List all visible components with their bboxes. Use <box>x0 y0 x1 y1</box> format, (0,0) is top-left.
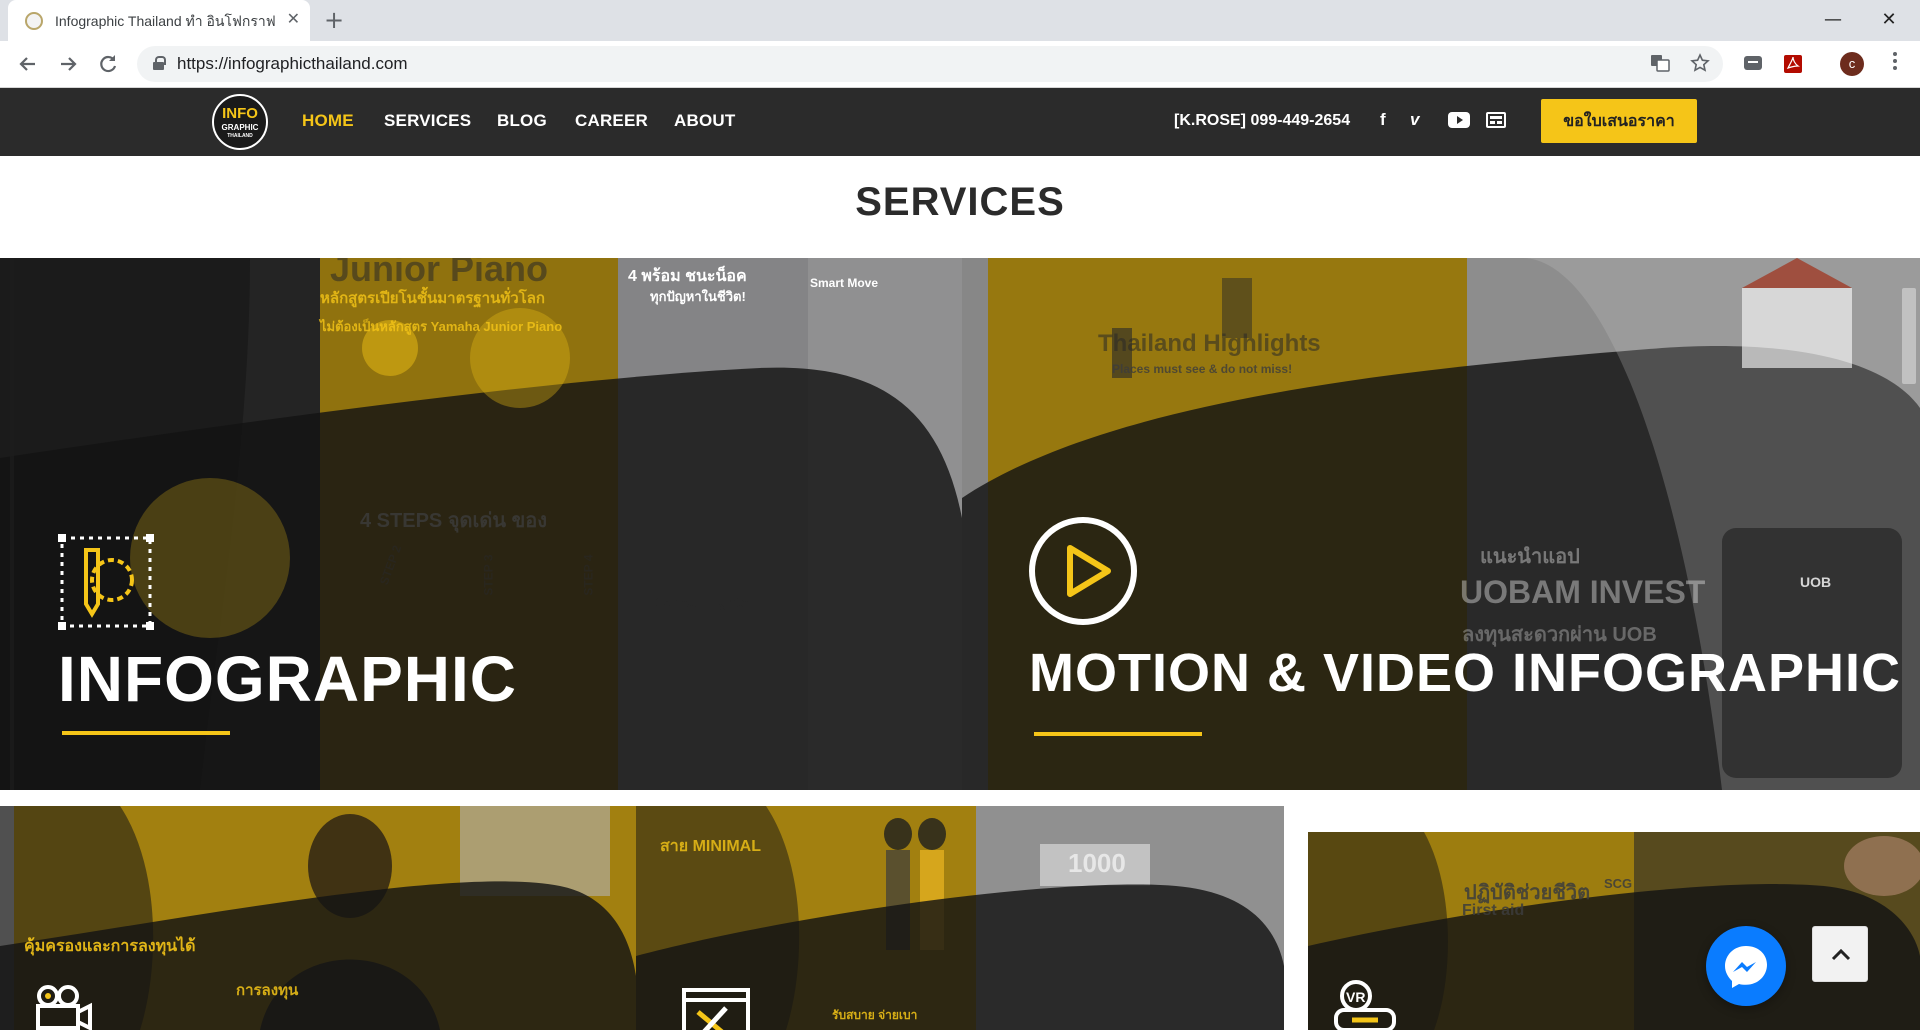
bg-text-cancer: Cancer Fighter <box>655 594 754 610</box>
bg-text-step4: STEP 4 <box>581 554 596 596</box>
forward-icon[interactable] <box>54 50 82 78</box>
page-scrollbar-thumb[interactable] <box>1902 288 1916 384</box>
design-tools-icon <box>682 988 750 1030</box>
bg-text-places: Places must see & do not miss! <box>1112 362 1293 376</box>
back-icon[interactable] <box>14 50 42 78</box>
site-header: INFO GRAPHIC THAILAND HOME SERVICES BLOG… <box>0 88 1920 156</box>
back-to-top-button[interactable] <box>1812 926 1868 982</box>
nav-blog[interactable]: BLOG <box>497 111 547 131</box>
profile-avatar[interactable]: c <box>1840 52 1864 76</box>
nav-services[interactable]: SERVICES <box>384 111 471 131</box>
browser-tabstrip: Infographic Thailand ทำ อินโฟกราฟ ✕ + — … <box>0 0 1920 41</box>
pdf-extension-icon[interactable] <box>1782 53 1804 75</box>
vimeo-icon[interactable]: v <box>1410 110 1419 130</box>
address-bar[interactable]: https://infographicthailand.com <box>137 46 1723 82</box>
tab-title: Infographic Thailand ทำ อินโฟกราฟ <box>55 13 276 29</box>
browser-menu-icon[interactable] <box>1892 49 1898 78</box>
nav-home[interactable]: HOME <box>302 111 354 131</box>
nav-about[interactable]: ABOUT <box>674 111 735 131</box>
bg-text-budget: รับสบาย จ่ายเบา <box>832 1008 918 1022</box>
favicon-icon <box>25 12 43 30</box>
browser-tab[interactable]: Infographic Thailand ทำ อินโฟกราฟ ✕ <box>8 0 310 41</box>
messenger-chat-button[interactable] <box>1706 926 1786 1006</box>
bg-text-scg: SCG <box>1604 876 1633 891</box>
bg-text-formula: หลักสูตรเปียโนชั้นมาตรฐานทั่วโลก <box>320 290 545 307</box>
chevron-up-icon <box>1831 948 1851 961</box>
request-quote-button[interactable]: ขอใบเสนอราคา <box>1541 99 1697 143</box>
video-card-background <box>0 806 636 1030</box>
service-card-video-production[interactable]: คุ้มครองและการลงทุนได้ การลงทุน <box>0 806 636 1030</box>
bg-text-life-problems: ทุกปัญหาในชีวิต! <box>650 289 746 304</box>
lock-icon <box>153 56 166 70</box>
bg-text-steps: 4 STEPS จุดเด่น ของ <box>360 510 548 532</box>
messenger-icon <box>1725 946 1767 988</box>
service-card-design[interactable]: สาย MINIMAL 1000 รับสบาย จ่ายเบา <box>636 806 1284 1030</box>
extension-chat-icon[interactable] <box>1742 53 1764 75</box>
bg-text-recommend: แนะนำแอป <box>1480 546 1580 568</box>
translate-icon[interactable] <box>1650 53 1670 78</box>
browser-toolbar: https://infographicthailand.com c <box>0 41 1920 88</box>
url-text[interactable]: https://infographicthailand.com <box>177 54 408 74</box>
bg-text-smart-move: Smart Move <box>810 276 879 290</box>
bg-text-invest-card3: การลงทุน <box>236 982 299 999</box>
bg-text-step3: STEP 3 <box>481 554 496 596</box>
service-card-vr[interactable]: ปฏิบัติช่วยชีวิต First aid SCG VR <box>1284 806 1920 1030</box>
vr-headset-icon: VR <box>1332 980 1398 1030</box>
nav-career[interactable]: CAREER <box>575 111 648 131</box>
bg-text-tagline: คุ้มครองและการลงทุนได้ <box>24 938 196 955</box>
bg-text-yamaha: ไม่ต้องเป็นหลักสูตร Yamaha Junior Piano <box>320 319 563 334</box>
bg-text-1000: 1000 <box>1068 848 1126 878</box>
bg-text-minimal: สาย MINIMAL <box>660 838 761 855</box>
news-icon[interactable] <box>1486 112 1506 133</box>
infographic-title: INFOGRAPHIC <box>58 643 517 715</box>
pencil-gear-icon <box>58 534 154 634</box>
bg-text-highlights: Thailand Highlights <box>1098 330 1321 357</box>
bookmark-star-icon[interactable] <box>1690 53 1710 78</box>
infographic-underline <box>62 731 230 735</box>
service-card-motion-video[interactable]: Thailand Highlights Places must see & do… <box>962 258 1920 790</box>
restore-button[interactable] <box>1812 5 1858 35</box>
youtube-icon[interactable] <box>1448 112 1470 133</box>
site-logo[interactable]: INFO GRAPHIC THAILAND <box>212 94 268 150</box>
close-window-button[interactable]: ✕ <box>1866 5 1912 35</box>
motion-video-title: MOTION & VIDEO INFOGRAPHIC <box>1029 643 1902 703</box>
tab-close-icon[interactable]: ✕ <box>287 9 300 28</box>
logo-line1: INFO <box>222 105 258 122</box>
new-tab-button[interactable]: + <box>324 6 344 34</box>
facebook-icon[interactable]: f <box>1380 110 1386 130</box>
reload-icon[interactable] <box>94 50 122 78</box>
logo-line3: THAILAND <box>227 133 253 139</box>
page-title: SERVICES <box>855 180 1065 224</box>
bg-text-uob: UOB <box>1800 574 1832 590</box>
play-circle-icon <box>1028 516 1138 630</box>
bg-text-firstaid-en: First aid <box>1462 902 1525 919</box>
motion-video-underline <box>1034 732 1202 736</box>
logo-line2: GRAPHIC <box>221 123 259 132</box>
card-row-separator <box>0 790 1920 806</box>
bg-text-uobam: UOBAM INVEST <box>1460 574 1706 610</box>
service-card-infographic[interactable]: Junior Piano หลักสูตรเปียโนชั้นมาตรฐานทั… <box>0 258 962 790</box>
vr-label: VR <box>1346 989 1365 1005</box>
contact-phone[interactable]: [K.ROSE] 099-449-2654 <box>1174 112 1350 130</box>
video-camera-icon <box>34 984 94 1030</box>
